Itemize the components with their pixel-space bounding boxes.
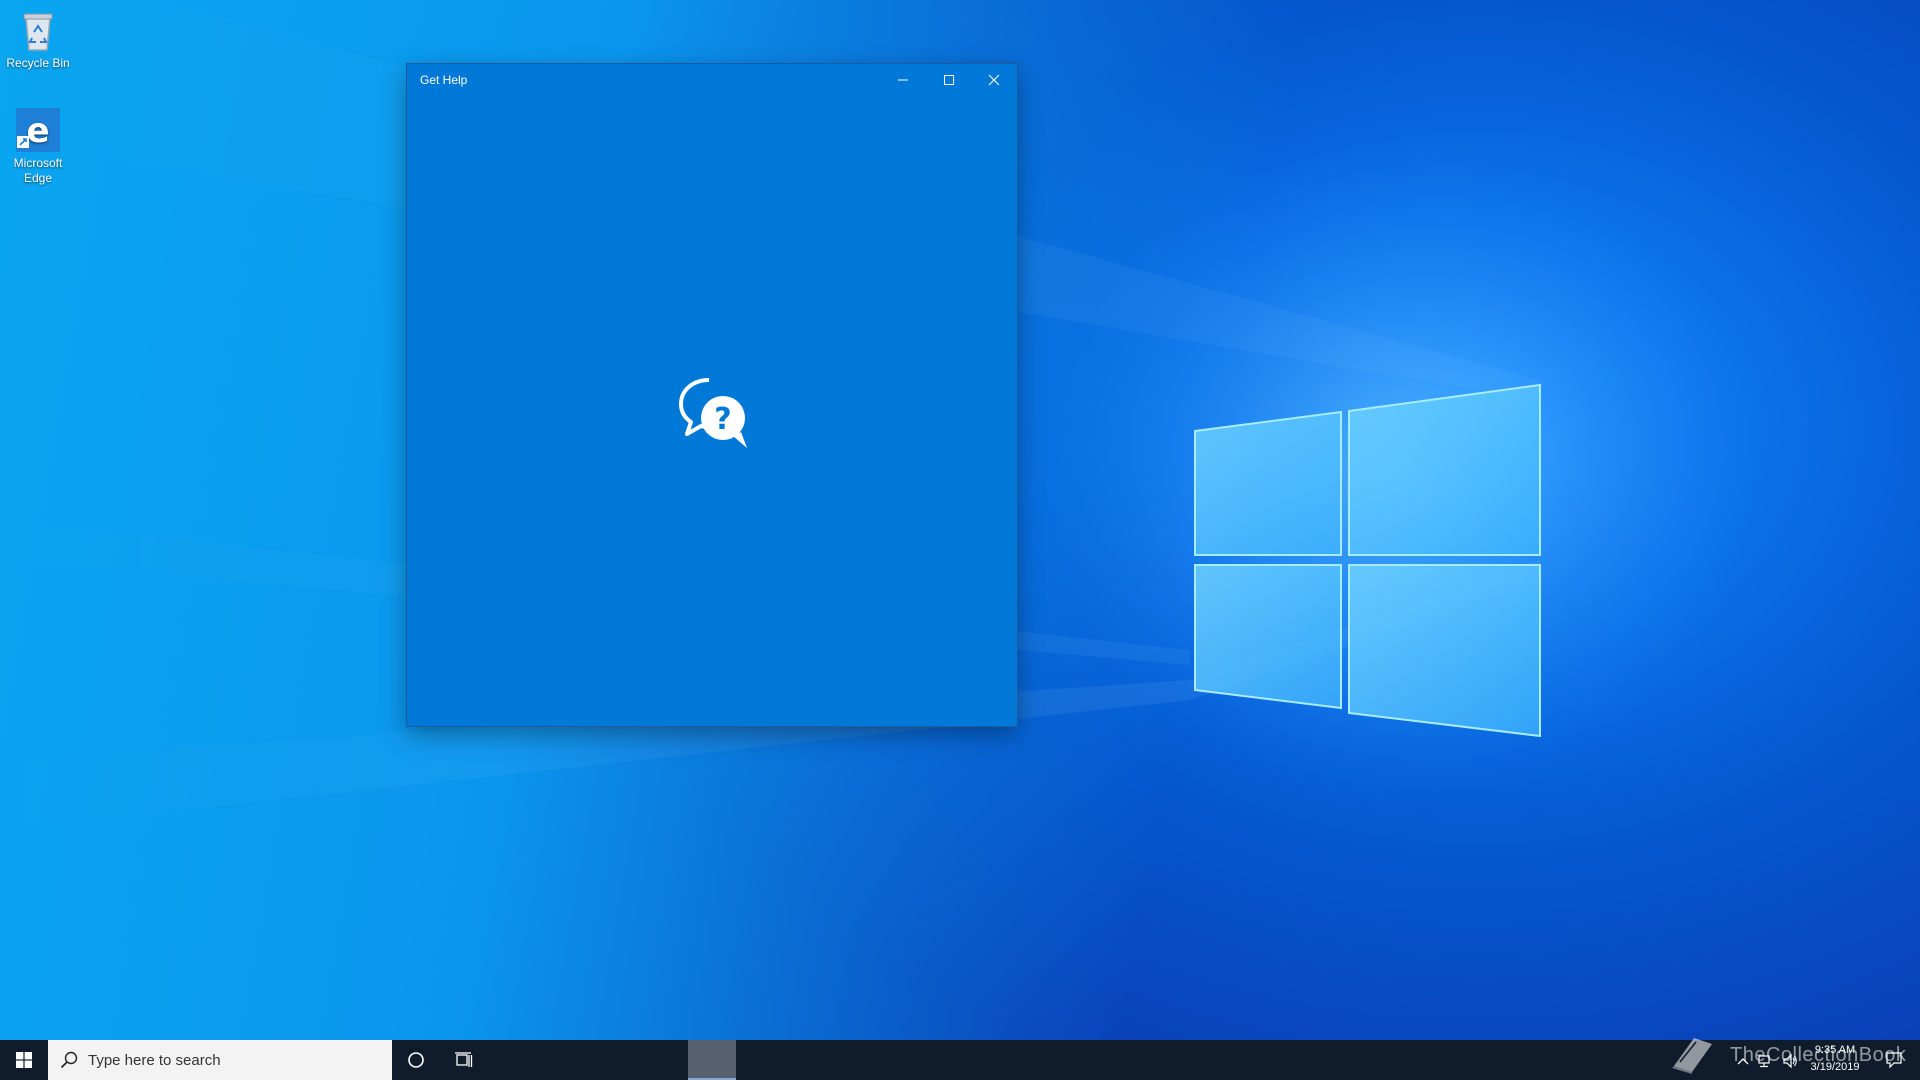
maximize-icon bbox=[944, 75, 954, 85]
start-button[interactable] bbox=[0, 1040, 48, 1080]
minimize-button[interactable] bbox=[880, 64, 926, 96]
maximize-button[interactable] bbox=[926, 64, 972, 96]
tray-time: 9:35 AM bbox=[1814, 1044, 1856, 1056]
desktop-icon-microsoft-edge[interactable]: e Microsoft Edge bbox=[2, 106, 74, 186]
get-help-window: Get Help ? bbox=[407, 64, 1017, 726]
chevron-up-icon[interactable] bbox=[1735, 1054, 1751, 1070]
desktop-icon-recycle-bin[interactable]: Recycle Bin bbox=[2, 6, 74, 71]
volume-icon[interactable] bbox=[1782, 1053, 1798, 1069]
cortana-button[interactable] bbox=[392, 1040, 440, 1080]
task-view-icon bbox=[455, 1052, 473, 1067]
search-icon bbox=[60, 1051, 78, 1069]
svg-text:e: e bbox=[26, 111, 49, 151]
taskbar: Type here to search bbox=[0, 1040, 1920, 1080]
tray-date: 3/19/2019 bbox=[1810, 1061, 1860, 1073]
desktop: Recycle Bin e Microsoft Edge Get Help ? bbox=[0, 0, 1920, 1040]
windows-logo-icon bbox=[16, 1052, 32, 1068]
recycle-bin-icon bbox=[14, 6, 62, 54]
tray-clock[interactable]: 9:35 AM 3/19/2019 bbox=[1800, 1042, 1870, 1076]
taskbar-search-box[interactable]: Type here to search bbox=[48, 1040, 392, 1080]
title-bar[interactable]: Get Help bbox=[407, 64, 1017, 96]
close-button[interactable] bbox=[971, 64, 1017, 96]
taskbar-app-get-help[interactable] bbox=[688, 1040, 736, 1080]
edge-icon: e bbox=[14, 106, 62, 154]
book-logo-icon bbox=[1672, 1038, 1712, 1074]
notification-icon bbox=[1886, 1052, 1902, 1069]
desktop-icon-label: Recycle Bin bbox=[6, 56, 70, 70]
desktop-icon-label: Microsoft Edge bbox=[13, 156, 63, 185]
task-view-button[interactable] bbox=[440, 1040, 488, 1080]
action-center-button[interactable] bbox=[1874, 1040, 1914, 1080]
cortana-circle-icon bbox=[408, 1052, 424, 1068]
help-chat-bubbles-icon: ? bbox=[677, 376, 755, 454]
window-title: Get Help bbox=[420, 73, 468, 87]
close-icon bbox=[988, 74, 1000, 86]
search-placeholder: Type here to search bbox=[88, 1052, 221, 1069]
svg-text:?: ? bbox=[714, 402, 731, 437]
minimize-icon bbox=[898, 79, 908, 81]
network-icon[interactable] bbox=[1757, 1053, 1773, 1069]
